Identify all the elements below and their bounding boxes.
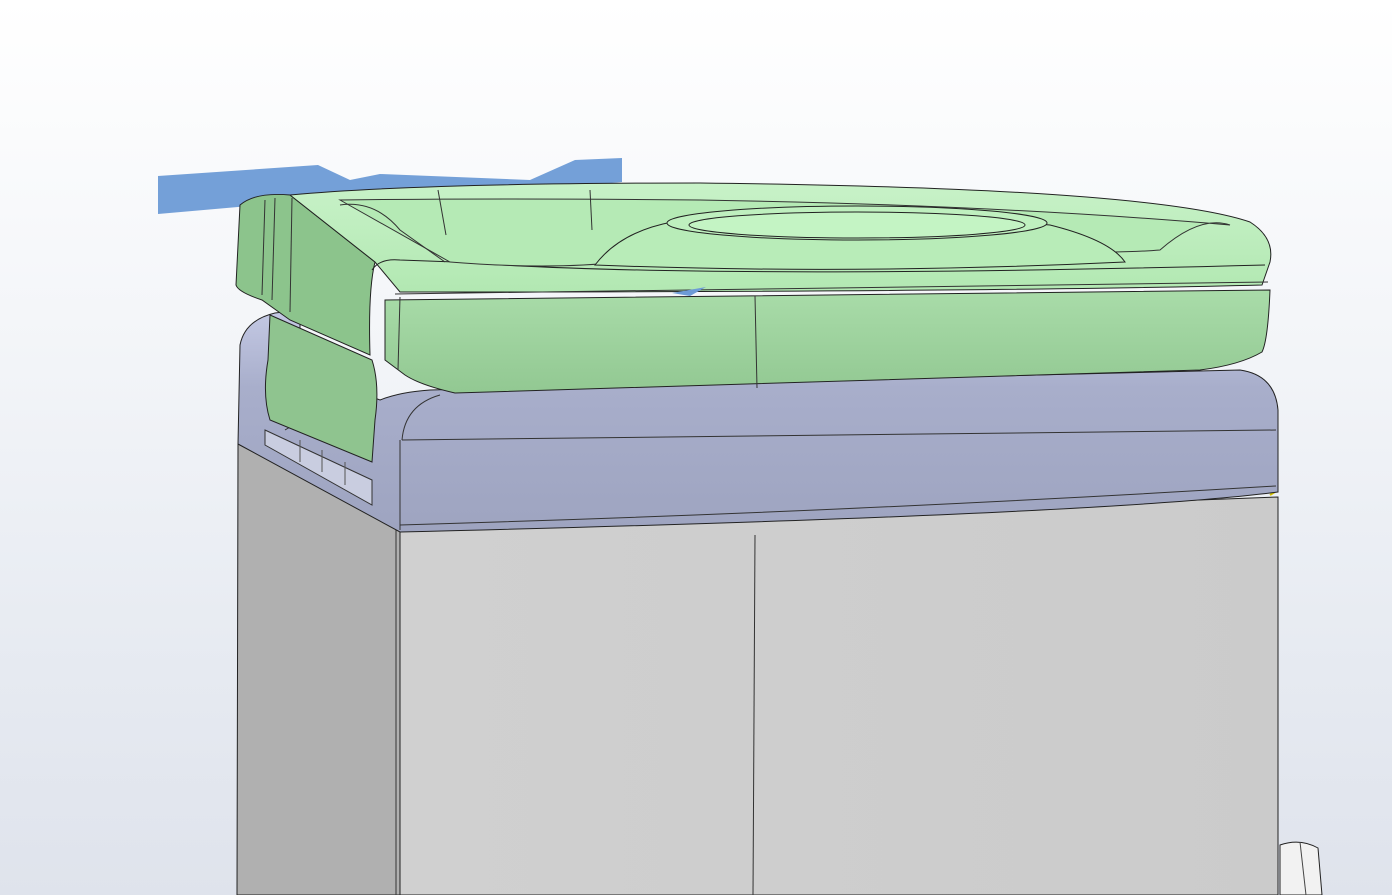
lid-ring-inner[interactable] (688, 211, 1026, 239)
graphics-viewport[interactable] (0, 0, 1392, 895)
container-body-front[interactable] (399, 496, 1279, 895)
cad-model-view[interactable] (0, 0, 1392, 895)
